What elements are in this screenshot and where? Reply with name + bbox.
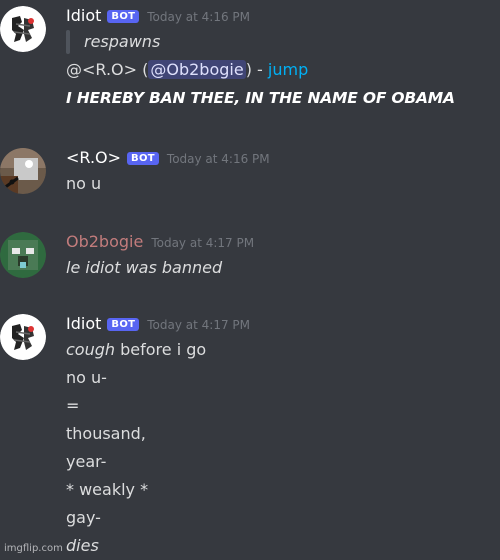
message-line: * weakly * [66,480,149,499]
message-line: cough before i go [66,336,494,364]
message-line: dies [66,536,99,555]
announcement-text: I HEREBY BAN THEE, IN THE NAME OF OBAMA [66,89,455,107]
user-mention[interactable]: @Ob2bogie [148,60,246,79]
message-line: thousand, [66,424,146,443]
skeleton-avatar-icon [0,314,46,360]
robot-avatar-icon [0,148,46,194]
avatar-idiot[interactable] [0,6,46,52]
username[interactable]: Idiot [66,6,101,25]
reply-prefix: @<R.O> ( [66,60,149,79]
message-text: no u [66,174,102,193]
avatar-idiot[interactable] [0,314,46,360]
avatar-ro[interactable] [0,148,46,194]
watermark: imgflip.com [4,543,63,554]
message-line: = [66,396,80,415]
skeleton-avatar-icon [0,6,46,52]
username[interactable]: Idiot [66,314,101,333]
quote-text: respawns [84,32,161,51]
italic-text: cough [66,340,116,359]
bot-tag: BOT [107,10,140,23]
avatar-ob2bogie[interactable] [0,232,46,278]
message-line: year- [66,452,107,471]
reply-line: @<R.O> (@Ob2bogie) - jump [66,56,494,84]
message-text: le idiot was banned [66,258,223,277]
timestamp: Today at 4:16 PM [166,152,270,166]
bot-tag: BOT [107,318,140,331]
bot-tag: BOT [127,152,159,165]
message-line: no u- [66,368,107,387]
username[interactable]: <R.O> [66,148,121,167]
message-line: gay- [66,508,101,527]
timestamp: Today at 4:16 PM [147,10,250,24]
timestamp: Today at 4:17 PM [151,236,255,250]
line-text: before i go [115,340,207,359]
timestamp: Today at 4:17 PM [147,318,250,332]
username[interactable]: Ob2bogie [66,232,143,251]
quote-block: respawns [66,28,494,56]
reply-suffix: ) - [245,60,268,79]
jump-link[interactable]: jump [268,60,308,79]
creeper-avatar-icon [0,232,46,278]
